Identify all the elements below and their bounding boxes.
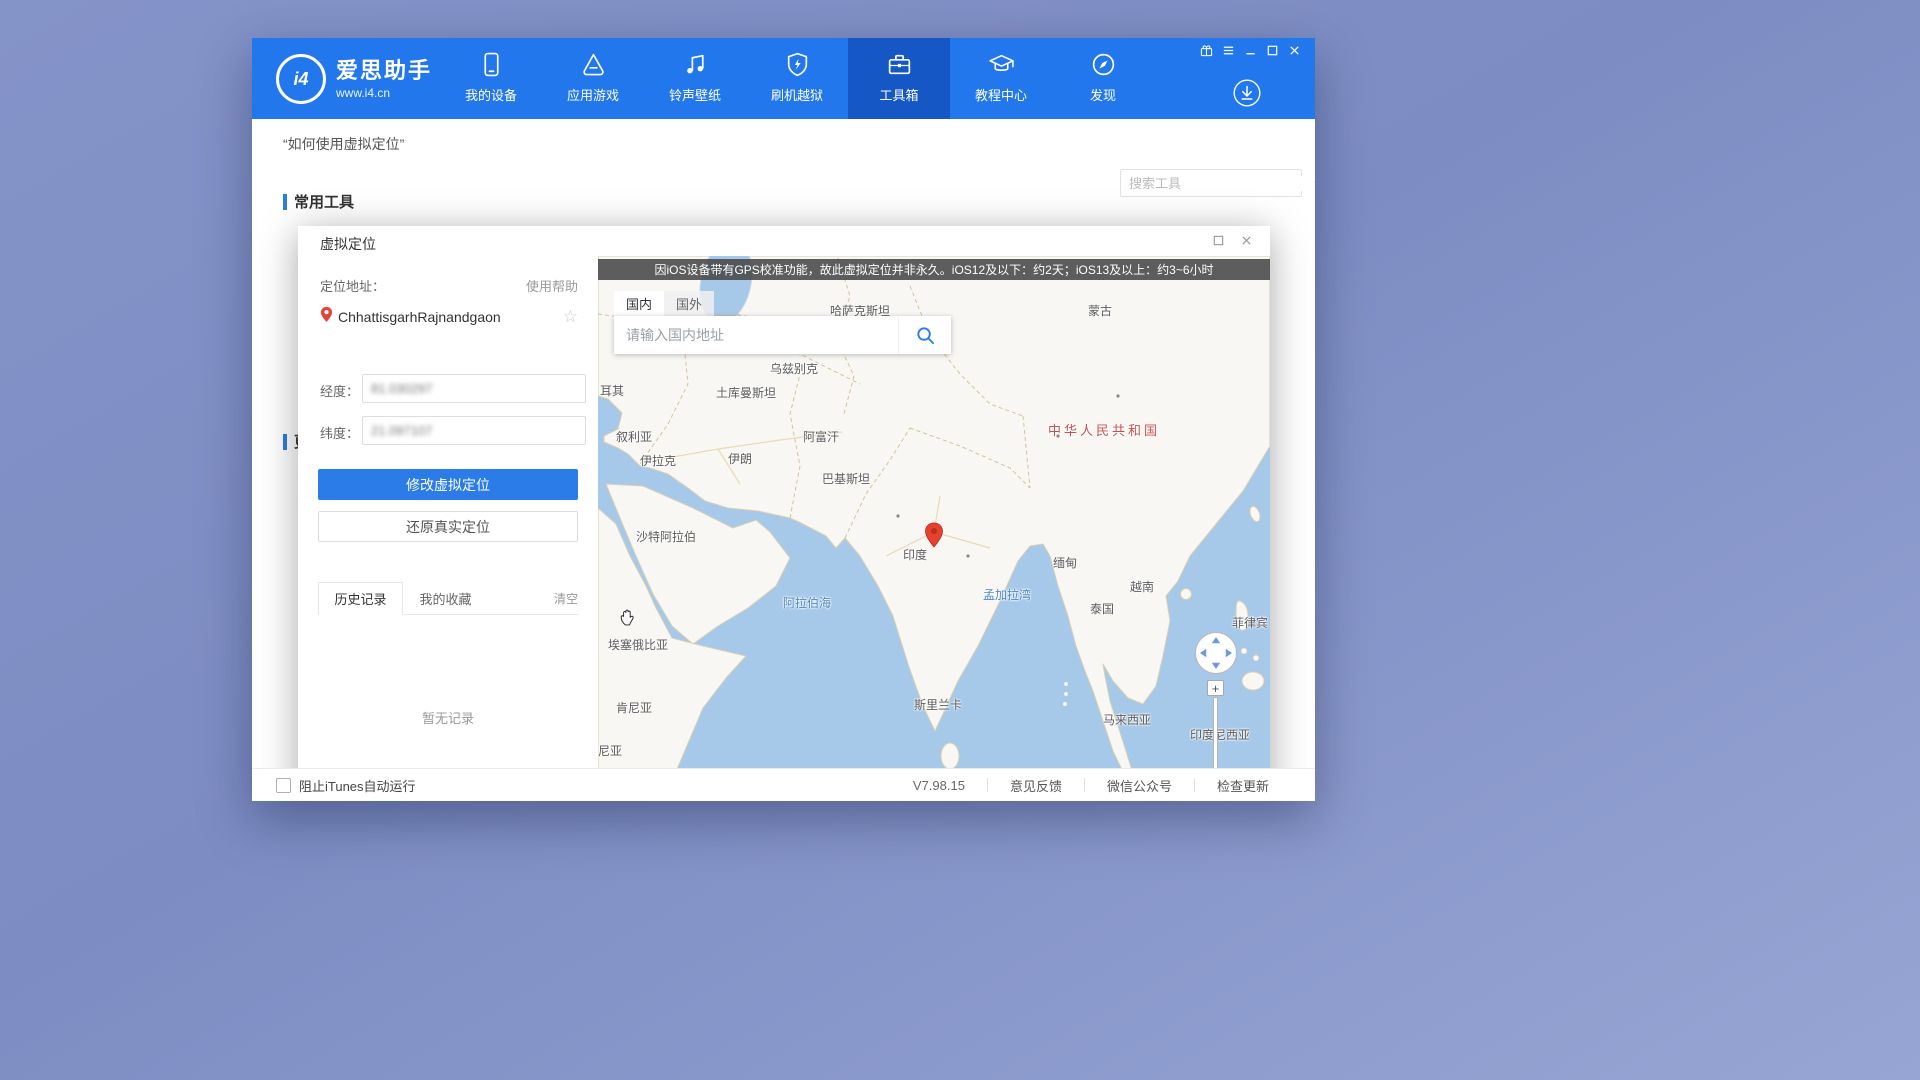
nav-ringtones-wallpapers[interactable]: 铃声壁纸 <box>644 38 746 119</box>
gift-icon[interactable] <box>1199 43 1213 57</box>
brand-name: 爱思助手 <box>336 59 432 83</box>
app-header: i4 爱思助手 www.i4.cn 我的设备 应用游戏 <box>252 38 1315 119</box>
phone-icon <box>478 51 505 78</box>
version-text: V7.98.15 <box>891 778 987 793</box>
block-itunes-label: 阻止iTunes自动运行 <box>299 776 416 795</box>
nav-tutorial-center[interactable]: 教程中心 <box>950 38 1052 119</box>
map-search-input[interactable] <box>614 316 898 354</box>
wechat-link[interactable]: 微信公众号 <box>1085 776 1194 795</box>
latitude-value: 21.097107 <box>371 423 432 438</box>
section-bar <box>283 434 287 450</box>
nav-label: 发现 <box>1090 85 1116 104</box>
desktop: i4 爱思助手 www.i4.cn 我的设备 应用游戏 <box>0 0 1920 1080</box>
graduation-cap-icon <box>988 51 1015 78</box>
longitude-value: 81.030297 <box>371 381 432 396</box>
app-window: i4 爱思助手 www.i4.cn 我的设备 应用游戏 <box>252 38 1315 801</box>
address-value: ChhattisgarhRajnandgaon <box>338 309 563 325</box>
section-bar <box>283 194 287 210</box>
nav-discover[interactable]: 发现 <box>1052 38 1154 119</box>
background-partial-text: “如何使用虚拟定位” <box>283 134 404 154</box>
nav-label: 工具箱 <box>879 85 918 104</box>
map-search-box <box>614 316 951 354</box>
appstore-icon <box>580 51 607 78</box>
restore-real-location-button[interactable]: 还原真实定位 <box>318 511 578 542</box>
tab-favorites[interactable]: 我的收藏 <box>403 583 488 614</box>
longitude-label: 经度： <box>320 381 359 400</box>
toolbox-icon <box>886 51 913 78</box>
zoom-in-button[interactable]: + <box>1207 680 1224 696</box>
minimize-icon[interactable] <box>1243 43 1257 57</box>
music-note-icon <box>682 51 709 78</box>
nav-apps-games[interactable]: 应用游戏 <box>542 38 644 119</box>
baidu-map[interactable]: 蒙古哈萨克斯坦乌兹别克土库曼斯坦耳其叙利亚伊拉克伊朗阿富汗巴基斯坦中华人民共和国… <box>598 256 1270 768</box>
dialog-title: 虚拟定位 <box>320 234 376 254</box>
brand-site: www.i4.cn <box>336 86 432 100</box>
section-title: 常用工具 <box>294 191 354 212</box>
location-form-panel: 定位地址： 使用帮助 ChhattisgarhRajnandgaon ☆ 经度：… <box>298 256 598 768</box>
section-header-common-tools: 常用工具 <box>283 191 354 212</box>
menu-icon[interactable] <box>1221 43 1235 57</box>
block-itunes-checkbox[interactable] <box>276 778 291 793</box>
map-region-tabs: 国内 国外 <box>614 291 714 316</box>
latitude-input[interactable]: 21.097107 <box>362 416 586 445</box>
nav-label: 教程中心 <box>975 85 1027 104</box>
nav-label: 刷机越狱 <box>771 85 823 104</box>
app-logo: i4 爱思助手 www.i4.cn <box>276 54 432 104</box>
latitude-label: 纬度： <box>320 423 359 442</box>
address-label: 定位地址： <box>320 276 385 295</box>
compass-icon <box>1090 51 1117 78</box>
status-bar: 阻止iTunes自动运行 V7.98.15 意见反馈 微信公众号 检查更新 <box>252 768 1315 801</box>
location-marker-icon <box>924 522 944 553</box>
dialog-titlebar: 虚拟定位 <box>298 226 1270 256</box>
location-pin-icon <box>320 306 333 328</box>
window-controls <box>1199 43 1301 57</box>
feedback-link[interactable]: 意见反馈 <box>988 776 1084 795</box>
longitude-input[interactable]: 81.030297 <box>362 374 586 403</box>
tab-domestic[interactable]: 国内 <box>614 291 664 316</box>
help-link[interactable]: 使用帮助 <box>526 276 578 295</box>
shield-icon <box>784 51 811 78</box>
tab-overseas[interactable]: 国外 <box>664 291 714 316</box>
modify-virtual-location-button[interactable]: 修改虚拟定位 <box>318 469 578 500</box>
nav-flash-jailbreak[interactable]: 刷机越狱 <box>746 38 848 119</box>
main-nav: 我的设备 应用游戏 铃声壁纸 <box>440 38 1154 119</box>
virtual-location-dialog: 虚拟定位 定位地址： 使用帮助 <box>298 226 1270 768</box>
page-content: “如何使用虚拟定位” 常用工具 更多工具 虚拟定位 <box>252 119 1315 768</box>
tools-search-input[interactable] <box>1121 176 1313 191</box>
favorite-star-icon[interactable]: ☆ <box>563 307 578 327</box>
nav-label: 我的设备 <box>465 85 517 104</box>
nav-toolbox[interactable]: 工具箱 <box>848 38 950 119</box>
nav-label: 应用游戏 <box>567 85 619 104</box>
map-search-button[interactable] <box>898 316 951 354</box>
hand-cursor-icon <box>618 608 636 631</box>
logo-icon: i4 <box>276 54 326 104</box>
empty-records-text: 暂无记录 <box>298 708 598 727</box>
tools-search-box <box>1120 169 1302 197</box>
clear-history-link[interactable]: 清空 <box>554 590 578 614</box>
history-tabs: 历史记录 我的收藏 清空 <box>318 586 578 615</box>
close-icon[interactable] <box>1287 43 1301 57</box>
map-pan-control[interactable] <box>1194 631 1238 675</box>
search-icon[interactable] <box>1313 175 1315 191</box>
gps-notice-bar: 因iOS设备带有GPS校准功能，故此虚拟定位并非永久。iOS12及以下：约2天；… <box>598 259 1270 280</box>
check-update-link[interactable]: 检查更新 <box>1195 776 1291 795</box>
download-button[interactable] <box>1233 79 1261 107</box>
tab-history[interactable]: 历史记录 <box>318 582 403 615</box>
nav-label: 铃声壁纸 <box>669 85 721 104</box>
nav-my-devices[interactable]: 我的设备 <box>440 38 542 119</box>
maximize-icon[interactable] <box>1265 43 1279 57</box>
dialog-maximize-icon[interactable] <box>1210 232 1226 248</box>
dialog-close-icon[interactable] <box>1238 232 1254 248</box>
zoom-track[interactable] <box>1213 697 1218 768</box>
